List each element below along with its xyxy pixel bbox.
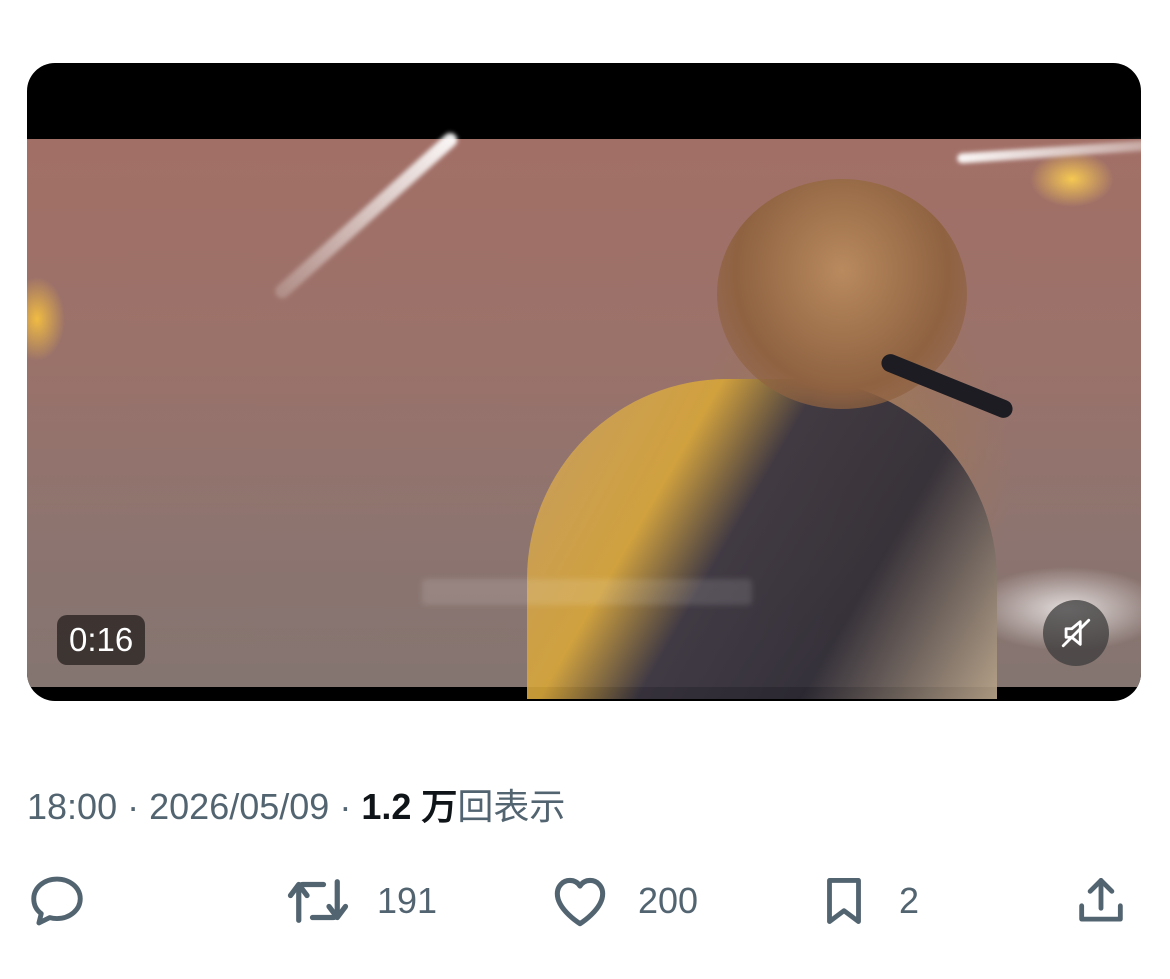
bookmark-count: 2 (899, 880, 920, 921)
speaker-muted-icon (1061, 618, 1091, 648)
video-subtitle (422, 579, 752, 605)
tweet-date[interactable]: 2026/05/09 (149, 786, 329, 827)
stage-light-beam (272, 130, 461, 302)
reply-button[interactable] (26, 865, 88, 937)
performer-body (527, 379, 997, 699)
tweet-meta: 18:00 · 2026/05/09 · 1.2 万回表示 (27, 778, 565, 830)
share-icon (1079, 878, 1123, 922)
retweet-button[interactable]: 191 (285, 865, 437, 937)
share-button[interactable] (1072, 865, 1130, 937)
like-count: 200 (638, 880, 699, 921)
retweet-icon (287, 879, 349, 923)
reply-icon (31, 876, 83, 926)
stage-light-beam (956, 140, 1141, 164)
retweet-count: 191 (377, 880, 438, 921)
bookmark-icon (827, 878, 861, 924)
tweet-time[interactable]: 18:00 (27, 786, 117, 827)
video-frame[interactable] (27, 130, 1141, 699)
tweet-actions: 191 200 2 (0, 865, 1170, 945)
view-count-label: 回表示 (457, 786, 566, 827)
video-player[interactable]: 0:16 (27, 63, 1141, 701)
heart-icon (554, 877, 606, 927)
video-timestamp: 0:16 (57, 615, 146, 665)
meta-separator: · (127, 786, 140, 827)
meta-separator: · (339, 786, 352, 827)
mute-button[interactable] (1043, 600, 1109, 666)
bookmark-button[interactable]: 2 (815, 865, 919, 937)
view-count[interactable]: 1.2 万 (361, 786, 457, 827)
like-button[interactable]: 200 (548, 865, 698, 937)
